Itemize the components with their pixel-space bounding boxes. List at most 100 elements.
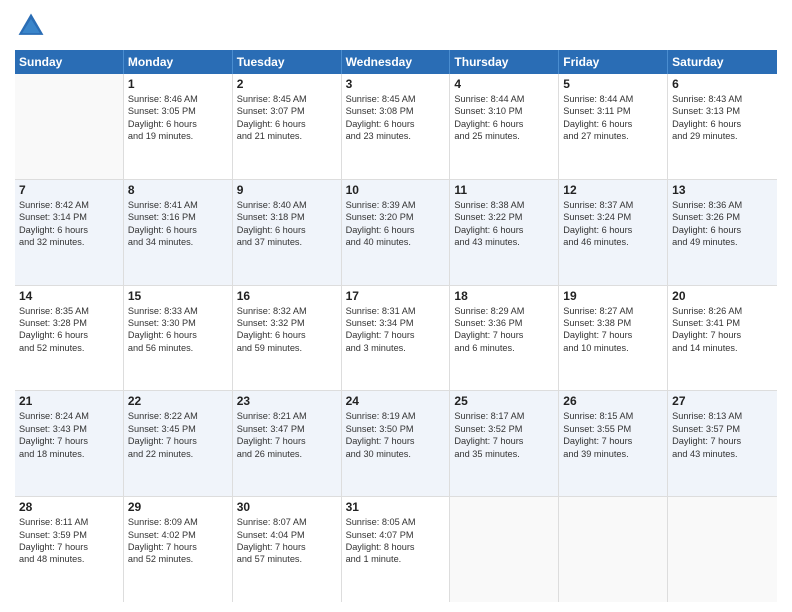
- cell-info-line: Sunrise: 8:07 AM: [237, 516, 337, 528]
- cell-info-line: Sunrise: 8:45 AM: [346, 93, 446, 105]
- cell-info-line: and 30 minutes.: [346, 448, 446, 460]
- calendar-day-29: 29Sunrise: 8:09 AMSunset: 4:02 PMDayligh…: [124, 497, 233, 602]
- cell-info-line: Sunrise: 8:35 AM: [19, 305, 119, 317]
- cell-info-line: and 29 minutes.: [672, 130, 773, 142]
- calendar-day-9: 9Sunrise: 8:40 AMSunset: 3:18 PMDaylight…: [233, 180, 342, 285]
- cell-info-line: Sunrise: 8:17 AM: [454, 410, 554, 422]
- cell-info-line: Sunset: 3:30 PM: [128, 317, 228, 329]
- cell-info-line: Sunset: 3:41 PM: [672, 317, 773, 329]
- day-number: 23: [237, 394, 337, 408]
- cell-info-line: Daylight: 7 hours: [454, 329, 554, 341]
- cell-info-line: and 25 minutes.: [454, 130, 554, 142]
- cell-info-line: Daylight: 6 hours: [563, 224, 663, 236]
- cell-info-line: Daylight: 7 hours: [19, 435, 119, 447]
- cell-info-line: Sunrise: 8:19 AM: [346, 410, 446, 422]
- calendar-day-15: 15Sunrise: 8:33 AMSunset: 3:30 PMDayligh…: [124, 286, 233, 391]
- cell-info-line: Sunrise: 8:37 AM: [563, 199, 663, 211]
- cell-info-line: and 52 minutes.: [19, 342, 119, 354]
- cell-info-line: Daylight: 7 hours: [672, 435, 773, 447]
- cell-info-line: and 39 minutes.: [563, 448, 663, 460]
- cell-info-line: Sunset: 3:32 PM: [237, 317, 337, 329]
- cell-info-line: and 37 minutes.: [237, 236, 337, 248]
- cell-info-line: Sunrise: 8:26 AM: [672, 305, 773, 317]
- calendar-day-8: 8Sunrise: 8:41 AMSunset: 3:16 PMDaylight…: [124, 180, 233, 285]
- cell-info-line: Sunset: 3:18 PM: [237, 211, 337, 223]
- cell-info-line: Sunset: 3:59 PM: [19, 529, 119, 541]
- cell-info-line: Daylight: 7 hours: [237, 435, 337, 447]
- cell-info-line: and 34 minutes.: [128, 236, 228, 248]
- calendar-empty-cell: [15, 74, 124, 179]
- calendar-empty-cell: [450, 497, 559, 602]
- day-number: 21: [19, 394, 119, 408]
- calendar-day-12: 12Sunrise: 8:37 AMSunset: 3:24 PMDayligh…: [559, 180, 668, 285]
- calendar-day-3: 3Sunrise: 8:45 AMSunset: 3:08 PMDaylight…: [342, 74, 451, 179]
- cell-info-line: Sunrise: 8:29 AM: [454, 305, 554, 317]
- page-header: [15, 10, 777, 42]
- calendar-day-24: 24Sunrise: 8:19 AMSunset: 3:50 PMDayligh…: [342, 391, 451, 496]
- logo: [15, 10, 51, 42]
- header-day-tuesday: Tuesday: [233, 50, 342, 74]
- cell-info-line: Sunset: 3:43 PM: [19, 423, 119, 435]
- calendar-day-5: 5Sunrise: 8:44 AMSunset: 3:11 PMDaylight…: [559, 74, 668, 179]
- calendar-day-26: 26Sunrise: 8:15 AMSunset: 3:55 PMDayligh…: [559, 391, 668, 496]
- calendar: SundayMondayTuesdayWednesdayThursdayFrid…: [15, 50, 777, 602]
- cell-info-line: Sunrise: 8:24 AM: [19, 410, 119, 422]
- day-number: 30: [237, 500, 337, 514]
- cell-info-line: and 56 minutes.: [128, 342, 228, 354]
- calendar-week-2: 7Sunrise: 8:42 AMSunset: 3:14 PMDaylight…: [15, 180, 777, 286]
- cell-info-line: Daylight: 6 hours: [128, 224, 228, 236]
- cell-info-line: Sunset: 3:14 PM: [19, 211, 119, 223]
- calendar-day-16: 16Sunrise: 8:32 AMSunset: 3:32 PMDayligh…: [233, 286, 342, 391]
- cell-info-line: Daylight: 7 hours: [672, 329, 773, 341]
- calendar-day-10: 10Sunrise: 8:39 AMSunset: 3:20 PMDayligh…: [342, 180, 451, 285]
- cell-info-line: Daylight: 6 hours: [237, 118, 337, 130]
- cell-info-line: and 49 minutes.: [672, 236, 773, 248]
- cell-info-line: and 32 minutes.: [19, 236, 119, 248]
- header-day-saturday: Saturday: [668, 50, 777, 74]
- calendar-day-21: 21 Sunrise: 8:24 AMSunset: 3:43 PMDayligh…: [15, 391, 124, 496]
- cell-info-line: Sunset: 3:05 PM: [128, 105, 228, 117]
- cell-info-line: Daylight: 7 hours: [346, 435, 446, 447]
- day-number: 24: [346, 394, 446, 408]
- calendar-day-28: 28Sunrise: 8:11 AMSunset: 3:59 PMDayligh…: [15, 497, 124, 602]
- cell-info-line: Sunrise: 8:13 AM: [672, 410, 773, 422]
- cell-info-line: and 21 minutes.: [237, 130, 337, 142]
- cell-info-line: Sunset: 4:07 PM: [346, 529, 446, 541]
- cell-info-line: Sunrise: 8:39 AM: [346, 199, 446, 211]
- cell-info-line: Sunrise: 8:11 AM: [19, 516, 119, 528]
- calendar-day-7: 7Sunrise: 8:42 AMSunset: 3:14 PMDaylight…: [15, 180, 124, 285]
- calendar-day-19: 19Sunrise: 8:27 AMSunset: 3:38 PMDayligh…: [559, 286, 668, 391]
- day-number: 29: [128, 500, 228, 514]
- calendar-empty-cell: [668, 497, 777, 602]
- cell-info-line: Sunset: 3:08 PM: [346, 105, 446, 117]
- calendar-day-25: 25Sunrise: 8:17 AMSunset: 3:52 PMDayligh…: [450, 391, 559, 496]
- header-day-friday: Friday: [559, 50, 668, 74]
- day-number: 6: [672, 77, 773, 91]
- cell-info-line: Daylight: 6 hours: [454, 224, 554, 236]
- cell-info-line: Sunset: 3:24 PM: [563, 211, 663, 223]
- cell-info-line: and 35 minutes.: [454, 448, 554, 460]
- header-day-wednesday: Wednesday: [342, 50, 451, 74]
- cell-info-line: Sunset: 3:11 PM: [563, 105, 663, 117]
- cell-info-line: Daylight: 7 hours: [346, 329, 446, 341]
- cell-info-line: Daylight: 6 hours: [128, 329, 228, 341]
- cell-info-line: and 10 minutes.: [563, 342, 663, 354]
- cell-info-line: Daylight: 6 hours: [346, 224, 446, 236]
- cell-info-line: and 48 minutes.: [19, 553, 119, 565]
- calendar-day-27: 27Sunrise: 8:13 AMSunset: 3:57 PMDayligh…: [668, 391, 777, 496]
- day-number: 10: [346, 183, 446, 197]
- day-number: 26: [563, 394, 663, 408]
- cell-info-line: and 14 minutes.: [672, 342, 773, 354]
- cell-info-line: and 26 minutes.: [237, 448, 337, 460]
- header-day-sunday: Sunday: [15, 50, 124, 74]
- day-number: 9: [237, 183, 337, 197]
- day-number: 3: [346, 77, 446, 91]
- cell-info-line: Sunrise: 8:22 AM: [128, 410, 228, 422]
- cell-info-line: Daylight: 7 hours: [128, 435, 228, 447]
- cell-info-line: Sunset: 3:07 PM: [237, 105, 337, 117]
- cell-info-line: Sunrise: 8:21 AM: [237, 410, 337, 422]
- calendar-day-13: 13Sunrise: 8:36 AMSunset: 3:26 PMDayligh…: [668, 180, 777, 285]
- cell-info-line: and 27 minutes.: [563, 130, 663, 142]
- cell-info-line: and 43 minutes.: [454, 236, 554, 248]
- cell-info-line: Sunrise: 8:45 AM: [237, 93, 337, 105]
